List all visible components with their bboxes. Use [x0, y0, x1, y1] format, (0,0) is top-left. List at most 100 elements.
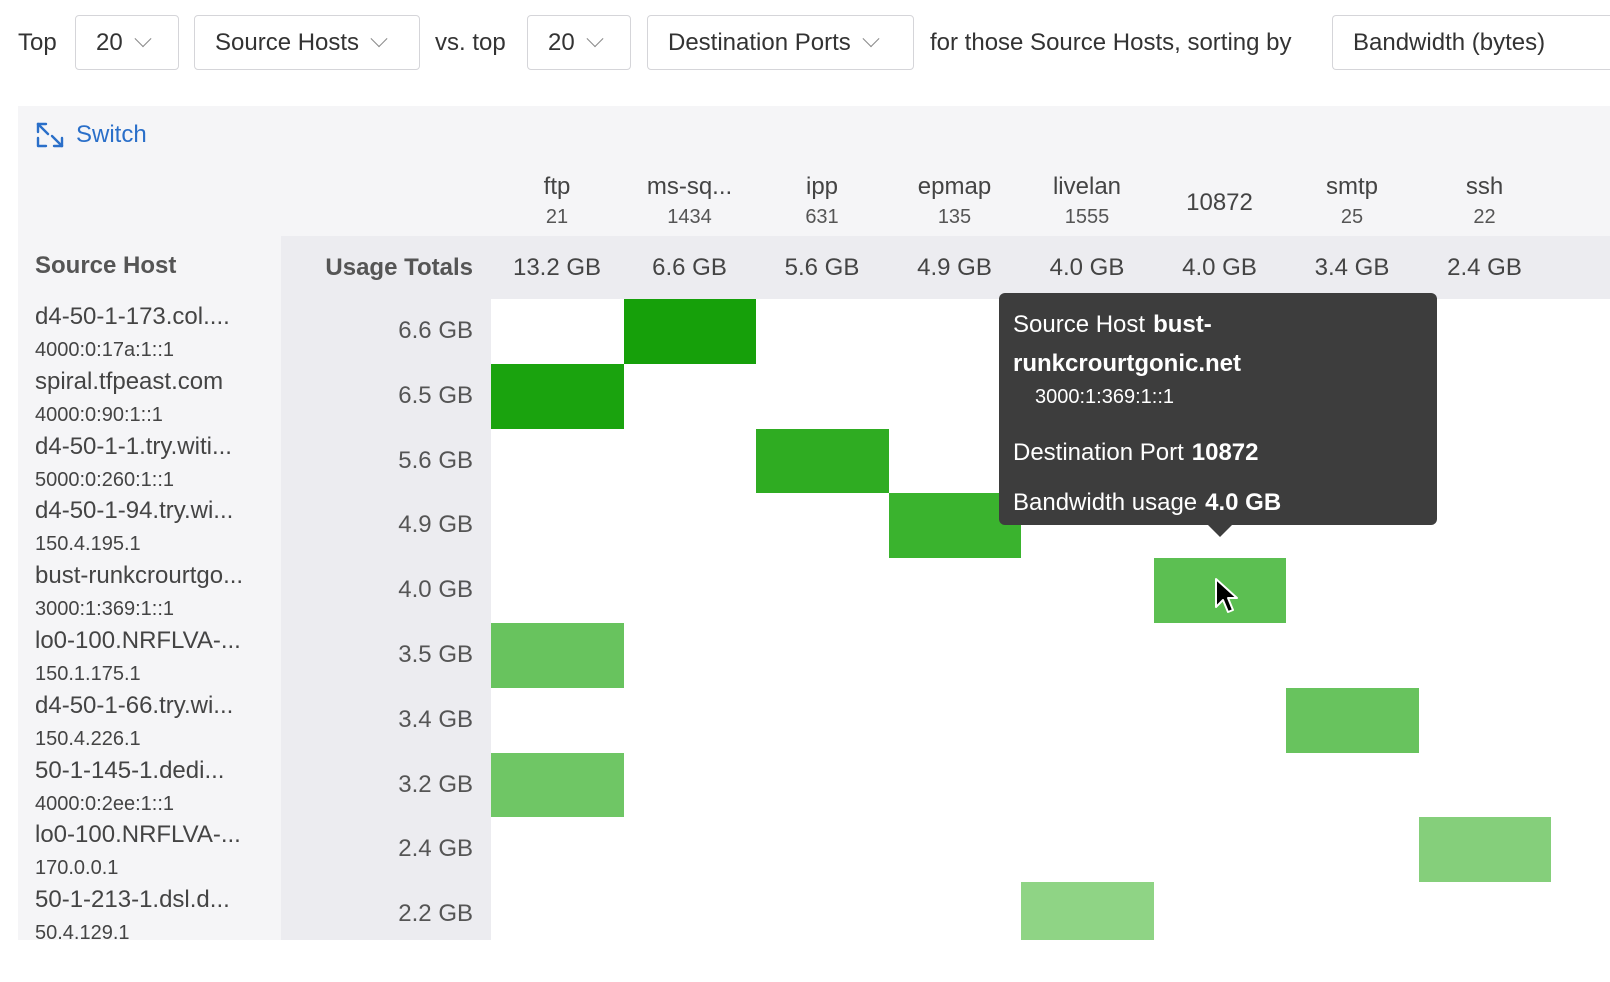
column-header[interactable]: 10872 — [1154, 172, 1286, 218]
source-host-header: Source Host — [35, 252, 177, 279]
row-source-host[interactable]: 50-1-213-1.dsl.d... — [35, 886, 275, 914]
column-header[interactable]: livelan 1555 — [1021, 172, 1153, 232]
sort-by-select[interactable]: Bandwidth (bytes) — [1332, 15, 1610, 70]
row-source-host[interactable]: d4-50-1-94.try.wi... — [35, 497, 275, 525]
row-usage-total: 4.9 GB — [398, 511, 473, 539]
chevron-down-icon — [862, 29, 880, 47]
column-port: 1434 — [667, 206, 712, 228]
tooltip-port-label: Destination Port — [1013, 439, 1184, 466]
column-port: 21 — [545, 206, 569, 228]
cell-tooltip: Source Host bust- runkcrourtgonic.net 300… — [999, 293, 1437, 537]
column-total: 4.9 GB — [917, 254, 992, 281]
row-source-host[interactable]: bust-runkcrourtgo... — [35, 562, 275, 590]
tooltip-source-host-label: Source Host — [1013, 311, 1146, 338]
row-source-ip: 170.0.0.1 — [35, 857, 119, 880]
column-total: 13.2 GB — [512, 254, 602, 281]
chevron-down-icon — [370, 29, 388, 47]
row-usage-total: 4.0 GB — [398, 576, 473, 604]
heatmap-cell[interactable] — [756, 428, 889, 494]
tooltip-bandwidth-value: 4.0 GB — [1205, 489, 1282, 516]
row-usage-total: 6.5 GB — [398, 381, 473, 409]
column-name: ipp — [805, 173, 839, 200]
row-usage-total: 3.2 GB — [398, 770, 473, 798]
swap-arrows-icon — [36, 122, 64, 148]
column-port: 25 — [1340, 206, 1364, 228]
row-usage-total: 5.6 GB — [398, 446, 473, 474]
chevron-down-icon — [586, 29, 604, 47]
dimension-1-value: Source Hosts — [215, 28, 360, 56]
vs-count-select[interactable]: 20 — [527, 15, 631, 70]
column-total: 3.4 GB — [1314, 254, 1390, 281]
row-source-host[interactable]: d4-50-1-173.col.... — [35, 303, 275, 331]
row-usage-total: 2.2 GB — [398, 900, 473, 928]
row-source-ip: 150.1.175.1 — [35, 663, 141, 685]
switch-button[interactable]: Switch — [34, 120, 147, 150]
top-count-select[interactable]: 20 — [75, 15, 179, 70]
row-source-host[interactable]: lo0-100.NRFLVA-... — [35, 821, 275, 849]
heatmap-cell[interactable] — [1021, 882, 1154, 940]
row-usage-total: 2.4 GB — [398, 835, 473, 863]
row-usage-total: 3.4 GB — [398, 705, 473, 733]
column-header[interactable]: epmap 135 — [889, 172, 1021, 232]
column-name: ms-sq... — [646, 173, 733, 200]
tooltip-source-host-value-part-2: runkcrourtgonic.net — [1013, 350, 1242, 377]
row-source-host[interactable]: spiral.tfpeast.com — [35, 368, 275, 396]
heatmap-cell[interactable] — [491, 623, 624, 688]
dimension-1-select[interactable]: Source Hosts — [194, 15, 420, 70]
tooltip-arrow — [1208, 525, 1232, 537]
row-source-ip: 150.4.226.1 — [35, 727, 141, 750]
row-source-ip: 50.4.129.1 — [35, 922, 130, 940]
column-header[interactable]: smtp 25 — [1286, 172, 1418, 232]
mouse-cursor-icon — [1215, 578, 1238, 613]
tooltip-port-value: 10872 — [1191, 439, 1259, 466]
column-header[interactable]: ipp 631 — [756, 172, 888, 232]
column-total: 4.0 GB — [1049, 254, 1125, 281]
column-header[interactable]: ssh 22 — [1419, 172, 1551, 232]
label-vs-top: vs. top — [435, 29, 506, 56]
dimension-2-value: Destination Ports — [668, 28, 851, 56]
row-usage-total: 6.6 GB — [398, 317, 473, 344]
row-source-ip: 3000:1:369:1::1 — [35, 598, 175, 621]
column-name: livelan — [1052, 173, 1122, 200]
column-total: 4.0 GB — [1182, 254, 1257, 281]
top-count-value: 20 — [96, 28, 123, 56]
column-name: smtp — [1325, 173, 1378, 200]
label-top: Top — [18, 29, 57, 56]
column-port: 631 — [805, 206, 839, 228]
row-source-ip: 4000:0:2ee:1::1 — [35, 792, 175, 815]
tooltip-source-ip: 3000:1:369:1::1 — [1035, 386, 1175, 408]
sort-by-value: Bandwidth (bytes) — [1353, 28, 1546, 56]
tooltip-bandwidth-label: Bandwidth usage — [1013, 489, 1198, 516]
heatmap-cell[interactable] — [1418, 817, 1551, 883]
usage-totals-header: Usage Totals — [325, 254, 473, 281]
row-source-host[interactable]: d4-50-1-1.try.witi... — [35, 433, 275, 461]
column-port: 1555 — [1064, 206, 1110, 228]
dimension-2-select[interactable]: Destination Ports — [647, 15, 914, 70]
column-total: 5.6 GB — [784, 254, 860, 281]
row-source-host[interactable]: d4-50-1-66.try.wi... — [35, 692, 275, 720]
column-port: 22 — [1473, 206, 1496, 228]
vs-count-value: 20 — [548, 28, 575, 56]
column-name: 10872 — [1186, 189, 1253, 216]
column-total: 6.6 GB — [652, 254, 727, 281]
row-source-ip: 5000:0:260:1::1 — [35, 468, 175, 491]
column-header[interactable]: ms-sq... 1434 — [624, 172, 756, 232]
column-name: ssh — [1465, 173, 1504, 200]
row-source-host[interactable]: lo0-100.NRFLVA-... — [35, 627, 275, 655]
column-total: 2.4 GB — [1447, 254, 1522, 281]
heatmap-cell[interactable] — [491, 363, 624, 429]
row-source-ip: 4000:0:17a:1::1 — [35, 339, 175, 361]
column-name: epmap — [917, 173, 992, 200]
switch-label: Switch — [76, 121, 147, 148]
tooltip-source-host-value-part-1: bust- — [1153, 311, 1212, 338]
row-source-host[interactable]: 50-1-145-1.dedi... — [35, 757, 275, 785]
heatmap-cell[interactable] — [623, 299, 756, 364]
row-source-ip: 150.4.195.1 — [35, 533, 141, 556]
column-name: ftp — [543, 173, 571, 200]
column-header[interactable]: ftp 21 — [491, 172, 623, 232]
heatmap-cell[interactable] — [1286, 687, 1419, 753]
column-port: 135 — [937, 206, 972, 228]
heatmap-cell[interactable] — [491, 752, 624, 818]
chevron-down-icon — [134, 29, 152, 47]
label-sorting: for those Source Hosts, sorting by — [930, 29, 1292, 56]
